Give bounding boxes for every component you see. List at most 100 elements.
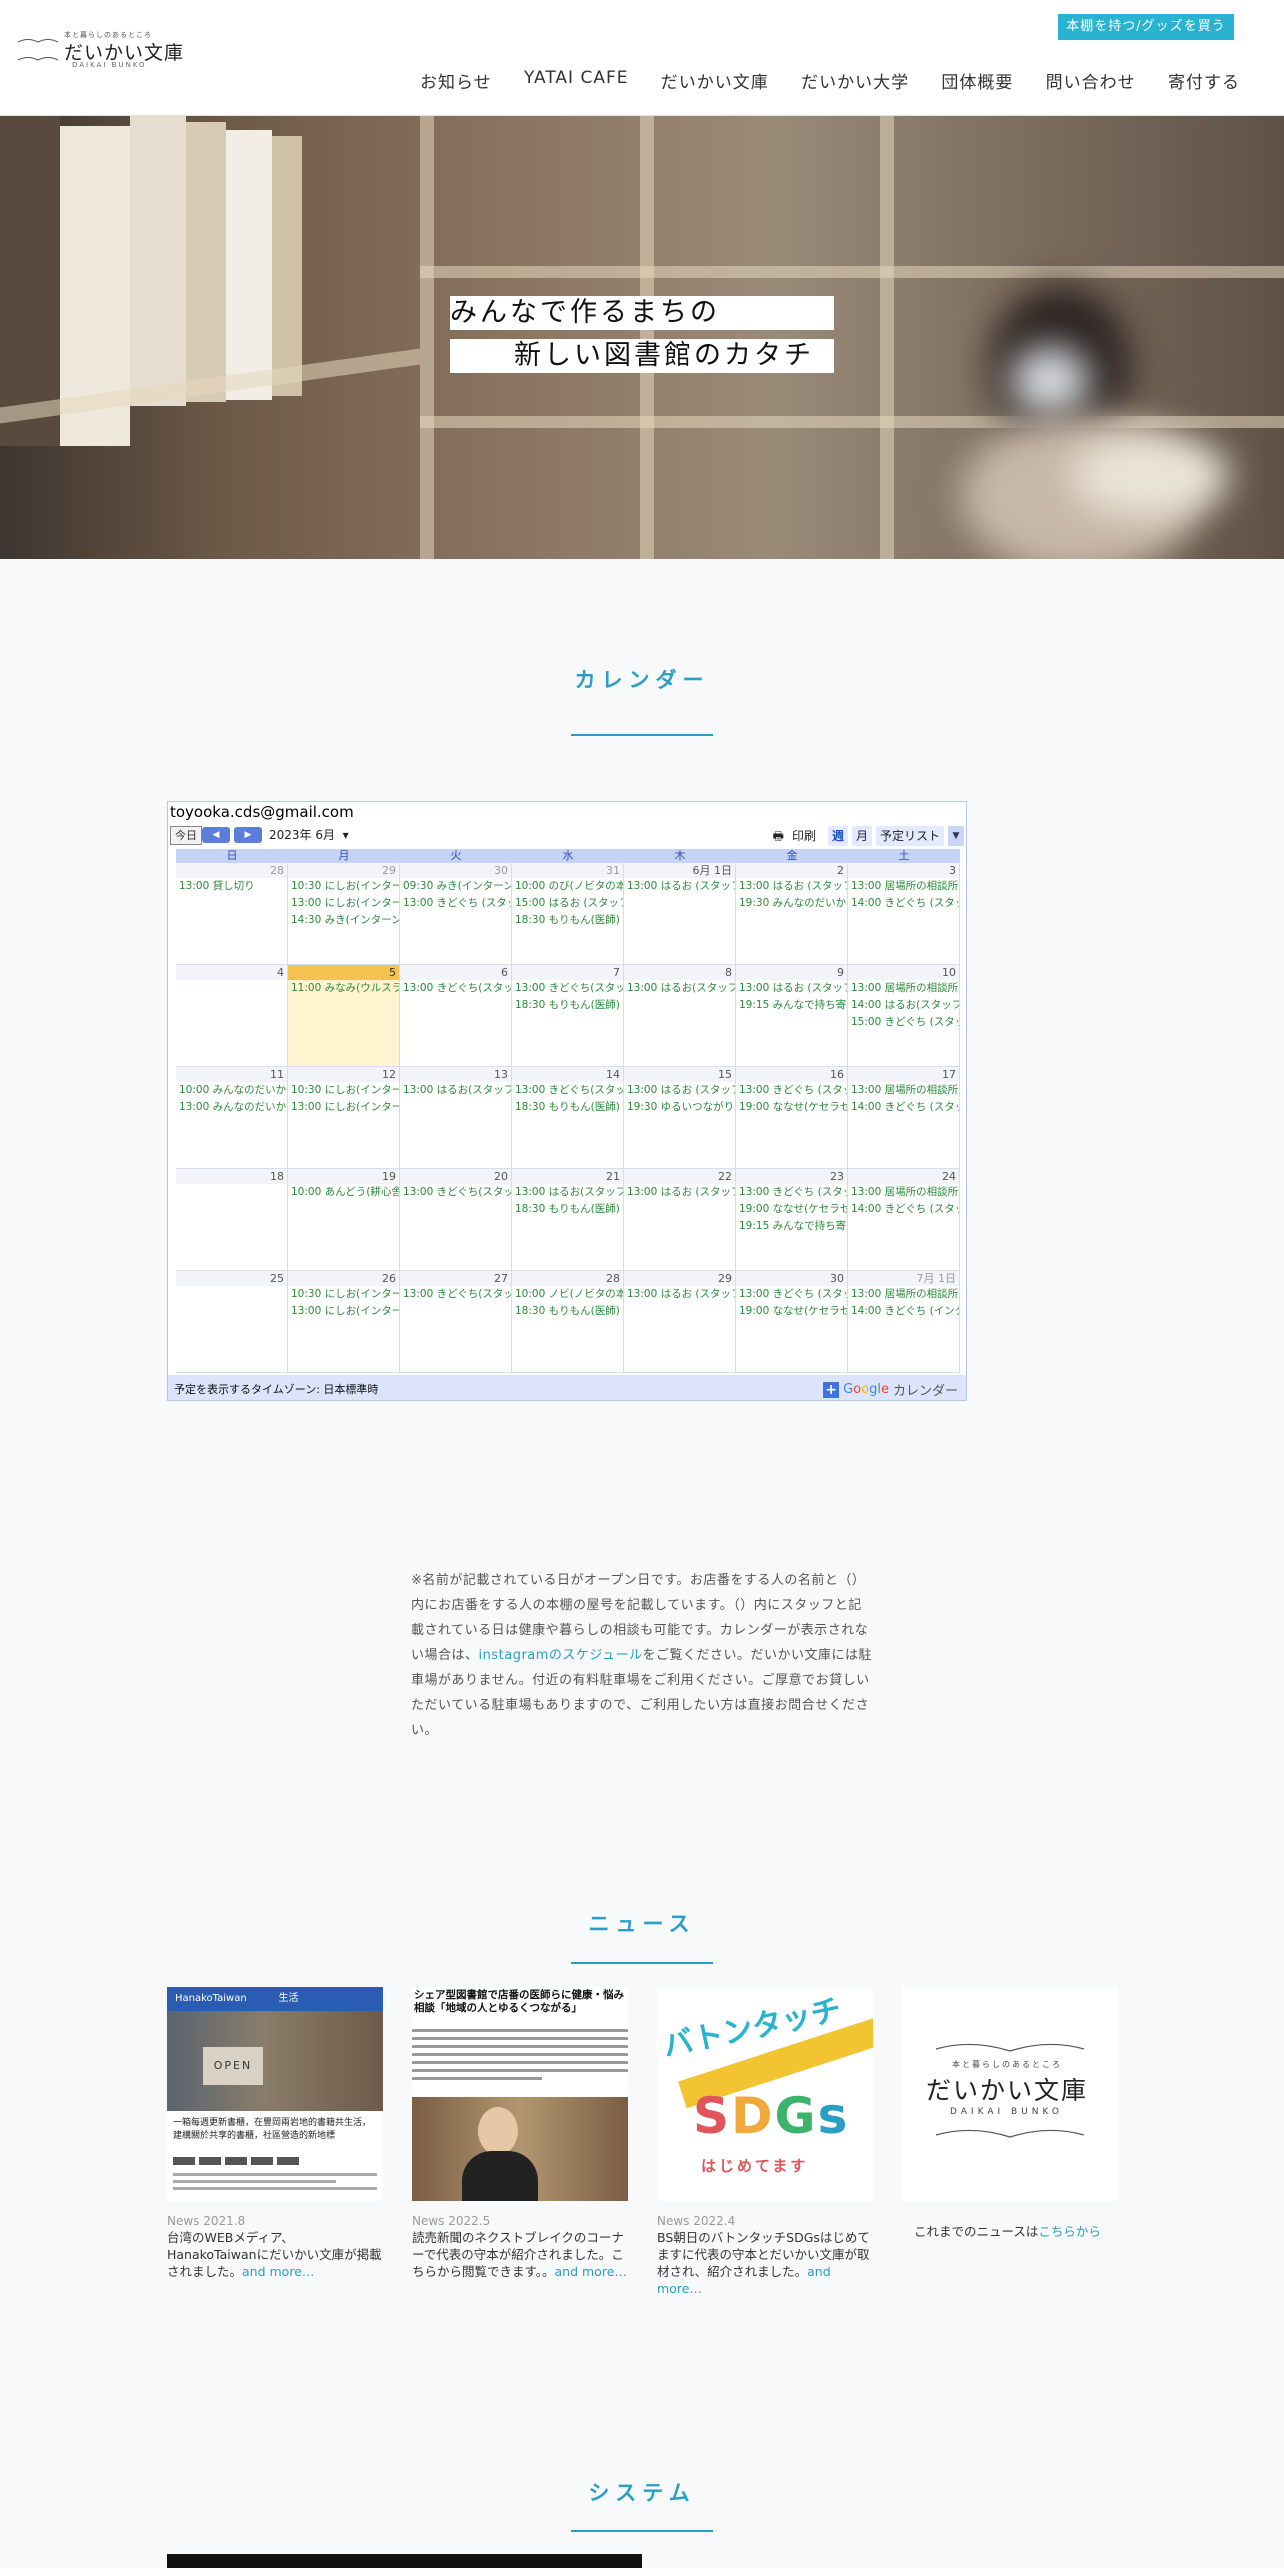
day-number[interactable]: 5 (288, 965, 399, 980)
calendar-event[interactable]: 10:00 ノビ(ノビタの本 (512, 1286, 623, 1303)
news-more-link[interactable]: and more… (555, 2264, 627, 2279)
calendar-event[interactable]: 10:30 にしお(インターン) (288, 1082, 399, 1099)
calendar-event[interactable]: 13:00 きどぐち (スタッフ) (736, 1286, 847, 1303)
calendar-event[interactable]: 15:00 はるお (スタッフ) (512, 895, 623, 912)
instagram-schedule-link[interactable]: instagramのスケジュール (479, 1648, 643, 1663)
calendar-day-cell[interactable]: 713:00 きどぐち(スタッフ)18:30 もりもん(医師) (512, 965, 624, 1067)
calendar-event[interactable]: 19:30 みんなのだいかい (736, 895, 847, 912)
calendar-event[interactable]: 14:00 きどぐち (スタッフ) (848, 1099, 959, 1116)
nav-daikai-bunko[interactable]: だいかい文庫 (661, 68, 769, 93)
calendar-day-cell[interactable]: 613:00 きどぐち(スタッフ) (400, 965, 512, 1067)
view-dropdown-icon[interactable]: ▼ (948, 826, 964, 846)
day-number[interactable]: 11 (176, 1067, 287, 1082)
calendar-event[interactable]: 14:30 みき(インターン) (288, 912, 399, 929)
day-number[interactable]: 21 (512, 1169, 623, 1184)
day-number[interactable]: 6月 1日 (624, 863, 735, 878)
day-number[interactable]: 18 (176, 1169, 287, 1184)
calendar-day-cell[interactable]: 2713:00 きどぐち(スタッフ) (400, 1271, 512, 1373)
nav-daikai-university[interactable]: だいかい大学 (801, 68, 909, 93)
nav-yatai-cafe[interactable]: YATAI CAFE (524, 68, 629, 93)
calendar-event[interactable]: 10:30 にしお(インターン) (288, 1286, 399, 1303)
news-item[interactable]: HanakoTaiwan 生活 OPEN 一箱每週更新書櫃，在豐岡兩岩地的書籍共… (167, 1987, 383, 2280)
calendar-day-cell[interactable]: 31 10:00 のび(ノビタの本 15:00 はるお (スタッフ) 18:30 もり… (512, 863, 624, 965)
day-number[interactable]: 25 (176, 1271, 287, 1286)
calendar-event[interactable]: 13:00 はるお (スタッフ) (736, 878, 847, 895)
day-number[interactable]: 31 (512, 863, 623, 878)
calendar-event[interactable]: 13:00 きどぐち (スタッフ) (736, 1184, 847, 1201)
calendar-event[interactable]: 18:30 もりもん(医師) (512, 1099, 623, 1116)
calendar-event[interactable]: 09:30 みき(インターン) (400, 878, 511, 895)
calendar-day-cell[interactable]: 3009:30 みき(インターン)13:00 きどぐち (スタッフ) (400, 863, 512, 965)
day-number[interactable]: 17 (848, 1067, 959, 1082)
calendar-event[interactable]: 13:00 みんなのだいかい (176, 1099, 287, 1116)
news-archive-link[interactable]: こちらから (1038, 2224, 1101, 2239)
calendar-day-cell[interactable]: 6月 1日 13:00 はるお (スタッフ) (624, 863, 736, 965)
calendar-day-cell[interactable]: 2610:30 にしお(インターン)13:00 にしお(インターン) (288, 1271, 400, 1373)
view-week-tab[interactable]: 週 (827, 826, 848, 846)
day-number[interactable]: 28 (512, 1271, 623, 1286)
calendar-event[interactable]: 13:00 にしお(インターン) (288, 1099, 399, 1116)
view-list-tab[interactable]: 予定リスト (875, 826, 944, 846)
calendar-event[interactable]: 13:00 きどぐち(スタッフ) (400, 980, 511, 997)
calendar-day-cell[interactable]: 11 10:00 みんなのだいかい 13:00 みんなのだいかい (176, 1067, 288, 1169)
calendar-event[interactable]: 19:00 ななせ(ケセラセラ (736, 1099, 847, 1116)
calendar-event[interactable]: 14:00 きどぐち (スタッフ) (848, 1201, 959, 1218)
calendar-event[interactable]: 13:00 はるお(スタッフ) (512, 1184, 623, 1201)
calendar-day-cell[interactable]: 15 13:00 はるお (スタッフ) 19:30 ゆるいつながり (624, 1067, 736, 1169)
day-number[interactable]: 12 (288, 1067, 399, 1082)
news-item[interactable]: バトンタッチ SDGs はじめてます News 2022.4 BS朝日のバトンタ… (657, 1987, 873, 2297)
day-number[interactable]: 20 (400, 1169, 511, 1184)
calendar-event[interactable]: 10:00 のび(ノビタの本 (512, 878, 623, 895)
calendar-day-cell[interactable]: 2013:00 きどぐち(スタッフ) (400, 1169, 512, 1271)
shop-button[interactable]: 本棚を持つ/グッズを買う (1058, 14, 1234, 40)
day-number[interactable]: 9 (736, 965, 847, 980)
calendar-event[interactable]: 13:00 はるお (スタッフ) (736, 980, 847, 997)
day-number[interactable]: 27 (400, 1271, 511, 1286)
day-number[interactable]: 7月 1日 (848, 1271, 959, 1286)
calendar-day-cell[interactable]: 5 11:00 みなみ(ウルスラ (288, 965, 400, 1067)
day-number[interactable]: 19 (288, 1169, 399, 1184)
calendar-event[interactable]: 13:00 はるお (スタッフ) (624, 1082, 735, 1099)
print-button[interactable]: 🖶 印刷 (765, 826, 824, 846)
calendar-event[interactable]: 13:00 きどぐち(スタッフ) (512, 1082, 623, 1099)
calendar-event[interactable]: 13:00 居場所の相談所 (848, 878, 959, 895)
calendar-event[interactable]: 13:00 きどぐち(スタッフ) (400, 1286, 511, 1303)
google-calendar-link[interactable]: + Google カレンダー (823, 1380, 958, 1399)
day-number[interactable]: 30 (736, 1271, 847, 1286)
calendar-event[interactable]: 13:00 にしお(インターン) (288, 895, 399, 912)
calendar-day-cell[interactable]: 19 10:00 あんどう(耕心舎 (288, 1169, 400, 1271)
day-number[interactable]: 24 (848, 1169, 959, 1184)
day-number[interactable]: 10 (848, 965, 959, 980)
calendar-event[interactable]: 14:00 きどぐち (インターン) (848, 1303, 959, 1320)
calendar-event[interactable]: 13:00 居場所の相談所 (848, 1082, 959, 1099)
calendar-event[interactable]: 13:00 居場所の相談所 (848, 980, 959, 997)
calendar-day-cell[interactable]: 1613:00 きどぐち (スタッフ)19:00 ななせ(ケセラセラ (736, 1067, 848, 1169)
calendar-event[interactable]: 19:15 みんなで持ち寄り (736, 997, 847, 1014)
calendar-event[interactable]: 13:00 はるお (スタッフ) (624, 1184, 735, 1201)
day-number[interactable]: 29 (624, 1271, 735, 1286)
calendar-event[interactable]: 18:30 もりもん(医師) (512, 1303, 623, 1320)
news-thumbnail[interactable]: シェア型図書館で店番の医師らに健康・悩み相談「地域の人とゆるくつながる」 (412, 1987, 628, 2201)
day-number[interactable]: 15 (624, 1067, 735, 1082)
calendar-day-cell[interactable]: 3013:00 きどぐち (スタッフ)19:00 ななせ(ケセラセラ (736, 1271, 848, 1373)
calendar-day-cell[interactable]: 21 13:00 はるお(スタッフ) 18:30 もりもん(医師) (512, 1169, 624, 1271)
calendar-day-cell[interactable]: 8 13:00 はるお(スタッフ) (624, 965, 736, 1067)
calendar-day-cell[interactable]: 7月 1日13:00 居場所の相談所14:00 きどぐち (インターン) (848, 1271, 960, 1373)
calendar-event[interactable]: 13:00 居場所の相談所 (848, 1286, 959, 1303)
prev-month-button[interactable]: ◀ (202, 827, 230, 843)
calendar-event[interactable]: 13:00 きどぐち(スタッフ) (400, 1184, 511, 1201)
day-number[interactable]: 8 (624, 965, 735, 980)
calendar-event[interactable]: 13:00 居場所の相談所 (848, 1184, 959, 1201)
day-number[interactable]: 26 (288, 1271, 399, 1286)
calendar-event[interactable]: 18:30 もりもん(医師) (512, 1201, 623, 1218)
calendar-event[interactable]: 13:00 貸し切り (176, 878, 287, 895)
calendar-day-cell[interactable]: 10 13:00 居場所の相談所 14:00 はるお(スタッフ) 15:00 きどぐち… (848, 965, 960, 1067)
day-number[interactable]: 13 (400, 1067, 511, 1082)
calendar-day-cell[interactable]: 313:00 居場所の相談所14:00 きどぐち (スタッフ) (848, 863, 960, 965)
calendar-day-cell[interactable]: 2910:30 にしお(インターン)13:00 にしお(インターン)14:30 … (288, 863, 400, 965)
calendar-event[interactable]: 13:00 きどぐち (スタッフ) (400, 895, 511, 912)
today-button[interactable]: 今日 (170, 826, 202, 845)
calendar-event[interactable]: 10:00 あんどう(耕心舎 (288, 1184, 399, 1201)
calendar-day-cell[interactable]: 9 13:00 はるお (スタッフ) 19:15 みんなで持ち寄り (736, 965, 848, 1067)
calendar-day-cell[interactable]: 2313:00 きどぐち (スタッフ)19:00 ななせ(ケセラセラ19:15 … (736, 1169, 848, 1271)
